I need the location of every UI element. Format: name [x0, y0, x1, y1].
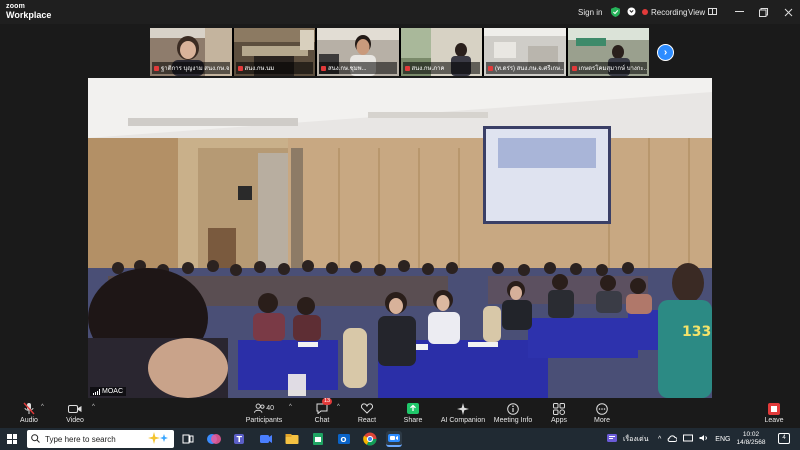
search-icon	[31, 433, 40, 445]
zoom-taskbar-icon[interactable]	[386, 431, 402, 447]
signal-bars-icon	[93, 388, 100, 395]
zoom-logo: zoom Workplace	[6, 2, 51, 20]
file-explorer-icon[interactable]	[284, 431, 300, 447]
view-label: View	[688, 7, 706, 17]
participant-label: สนง.กษ.ชุมพ...	[319, 62, 397, 74]
participants-button[interactable]: 40 Participants	[235, 402, 293, 424]
main-video-label: MOAC	[90, 387, 126, 396]
notification-center-icon[interactable]: 4	[778, 433, 790, 444]
participant-thumbnail[interactable]: (ท.ดร่ร) สนง.กษ.จ.ศรีเกษ...	[484, 28, 566, 76]
participant-thumbnail[interactable]: ฐาติการ บุญงาม สนง.กษ.จ...	[150, 28, 232, 76]
clock-date: 14/8/2568	[736, 439, 766, 446]
outlook-icon[interactable]: O	[336, 431, 352, 447]
more-button[interactable]: More	[573, 402, 631, 424]
network-icon[interactable]	[683, 434, 694, 444]
sheets-icon[interactable]	[310, 431, 326, 447]
view-grid-icon	[708, 7, 718, 17]
info-icon	[503, 402, 523, 415]
svg-text:T: T	[237, 435, 243, 444]
svg-text:O: O	[341, 436, 347, 444]
sign-in-button[interactable]: Sign in	[578, 0, 602, 24]
recording-indicator[interactable]: Recording	[642, 0, 687, 24]
recording-dot-icon	[642, 9, 648, 15]
taskbar-search-input[interactable]: Type here to search	[27, 430, 174, 448]
participants-icon: 40	[254, 402, 274, 415]
close-icon[interactable]	[781, 5, 795, 19]
weather-icon	[606, 432, 620, 446]
minimize-icon[interactable]	[732, 5, 746, 19]
search-placeholder: Type here to search	[45, 434, 116, 444]
chat-unread-badge: 13	[322, 398, 333, 405]
recording-label: Recording	[651, 7, 688, 17]
windows-taskbar: Type here to search T O เรื่องเด่น ^ ENG…	[0, 428, 800, 450]
participant-thumbnail[interactable]: เกษตรโคมสุมากษ์ บางกะ...	[567, 28, 649, 76]
brand-bottom: Workplace	[6, 10, 52, 20]
taskbar-clock[interactable]: 10:02 14/8/2568	[735, 431, 767, 447]
video-camera-icon	[65, 402, 85, 415]
svg-text:133: 133	[682, 324, 711, 340]
copilot-icon[interactable]	[206, 431, 222, 447]
sparkle-icon	[453, 402, 473, 415]
maximize-icon[interactable]	[756, 5, 770, 19]
participant-label: (ท.ดร่ร) สนง.กษ.จ.ศรีเกษ...	[486, 62, 564, 74]
weather-widget[interactable]: เรื่องเด่น	[606, 428, 649, 450]
next-page-button[interactable]: ›	[657, 44, 674, 61]
security-shield-icon[interactable]	[611, 0, 637, 24]
windows-start-icon[interactable]	[7, 434, 17, 444]
chat-bubble-icon: 13	[312, 398, 333, 415]
muted-mic-icon	[404, 65, 410, 71]
shield-chevron-icon	[626, 7, 637, 18]
participant-label: สนง.กษ.ภาค	[402, 62, 480, 74]
meeting-room-video: 133	[88, 78, 712, 398]
heart-icon	[357, 402, 377, 415]
leave-icon	[764, 402, 784, 415]
participant-thumbnail[interactable]: สนง.กษ.นม	[233, 28, 315, 76]
main-video: 133 MOAC	[88, 78, 712, 398]
participant-thumbnail[interactable]: สนง.กษ.ชุมพ...	[317, 28, 399, 76]
meeting-toolbar: Audio ^ Video ^ 40 Participants ^ 13 Cha…	[0, 398, 800, 428]
audio-options-chevron-icon[interactable]: ^	[41, 404, 44, 410]
search-highlight-icon	[148, 432, 170, 446]
video-button[interactable]: Video	[46, 402, 104, 424]
chevron-right-icon: ›	[663, 47, 668, 58]
muted-mic-icon	[571, 65, 577, 71]
clock-time: 10:02	[742, 431, 760, 438]
tray-chevron-icon[interactable]: ^	[658, 436, 661, 443]
teams-icon[interactable]: T	[232, 431, 248, 447]
title-bar: zoom Workplace Sign in Recording View	[0, 0, 800, 24]
apps-grid-icon	[549, 402, 569, 415]
participants-options-chevron-icon[interactable]: ^	[289, 404, 292, 410]
notification-count: 4	[782, 435, 786, 441]
participant-label: ฐาติการ บุญงาม สนง.กษ.จ...	[152, 62, 230, 74]
participant-label: เกษตรโคมสุมากษ์ บางกะ...	[569, 62, 647, 74]
muted-mic-icon	[488, 65, 493, 71]
system-tray[interactable]: ^ ENG	[658, 428, 730, 450]
muted-mic-icon	[154, 65, 159, 71]
more-dots-icon	[592, 402, 612, 415]
meet-icon[interactable]	[258, 431, 274, 447]
participant-label: สนง.กษ.นม	[235, 62, 313, 74]
task-view-icon[interactable]	[180, 431, 196, 447]
volume-icon[interactable]	[699, 434, 709, 444]
share-screen-icon	[403, 402, 423, 415]
muted-mic-icon	[321, 65, 326, 71]
cloud-icon[interactable]	[667, 434, 678, 444]
muted-mic-icon	[237, 65, 243, 71]
video-options-chevron-icon[interactable]: ^	[92, 404, 95, 410]
participant-thumbnail[interactable]: สนง.กษ.ภาค	[400, 28, 482, 76]
participants-count: 40	[266, 405, 274, 412]
leave-button[interactable]: Leave	[745, 402, 800, 424]
input-language[interactable]: ENG	[715, 436, 730, 443]
view-button[interactable]: View	[688, 0, 718, 24]
chrome-icon[interactable]	[362, 431, 378, 447]
participant-thumbnail-strip: ฐาติการ บุญงาม สนง.กษ.จ... สนง.กษ.นม สนง…	[150, 28, 649, 76]
muted-mic-icon	[19, 402, 39, 415]
